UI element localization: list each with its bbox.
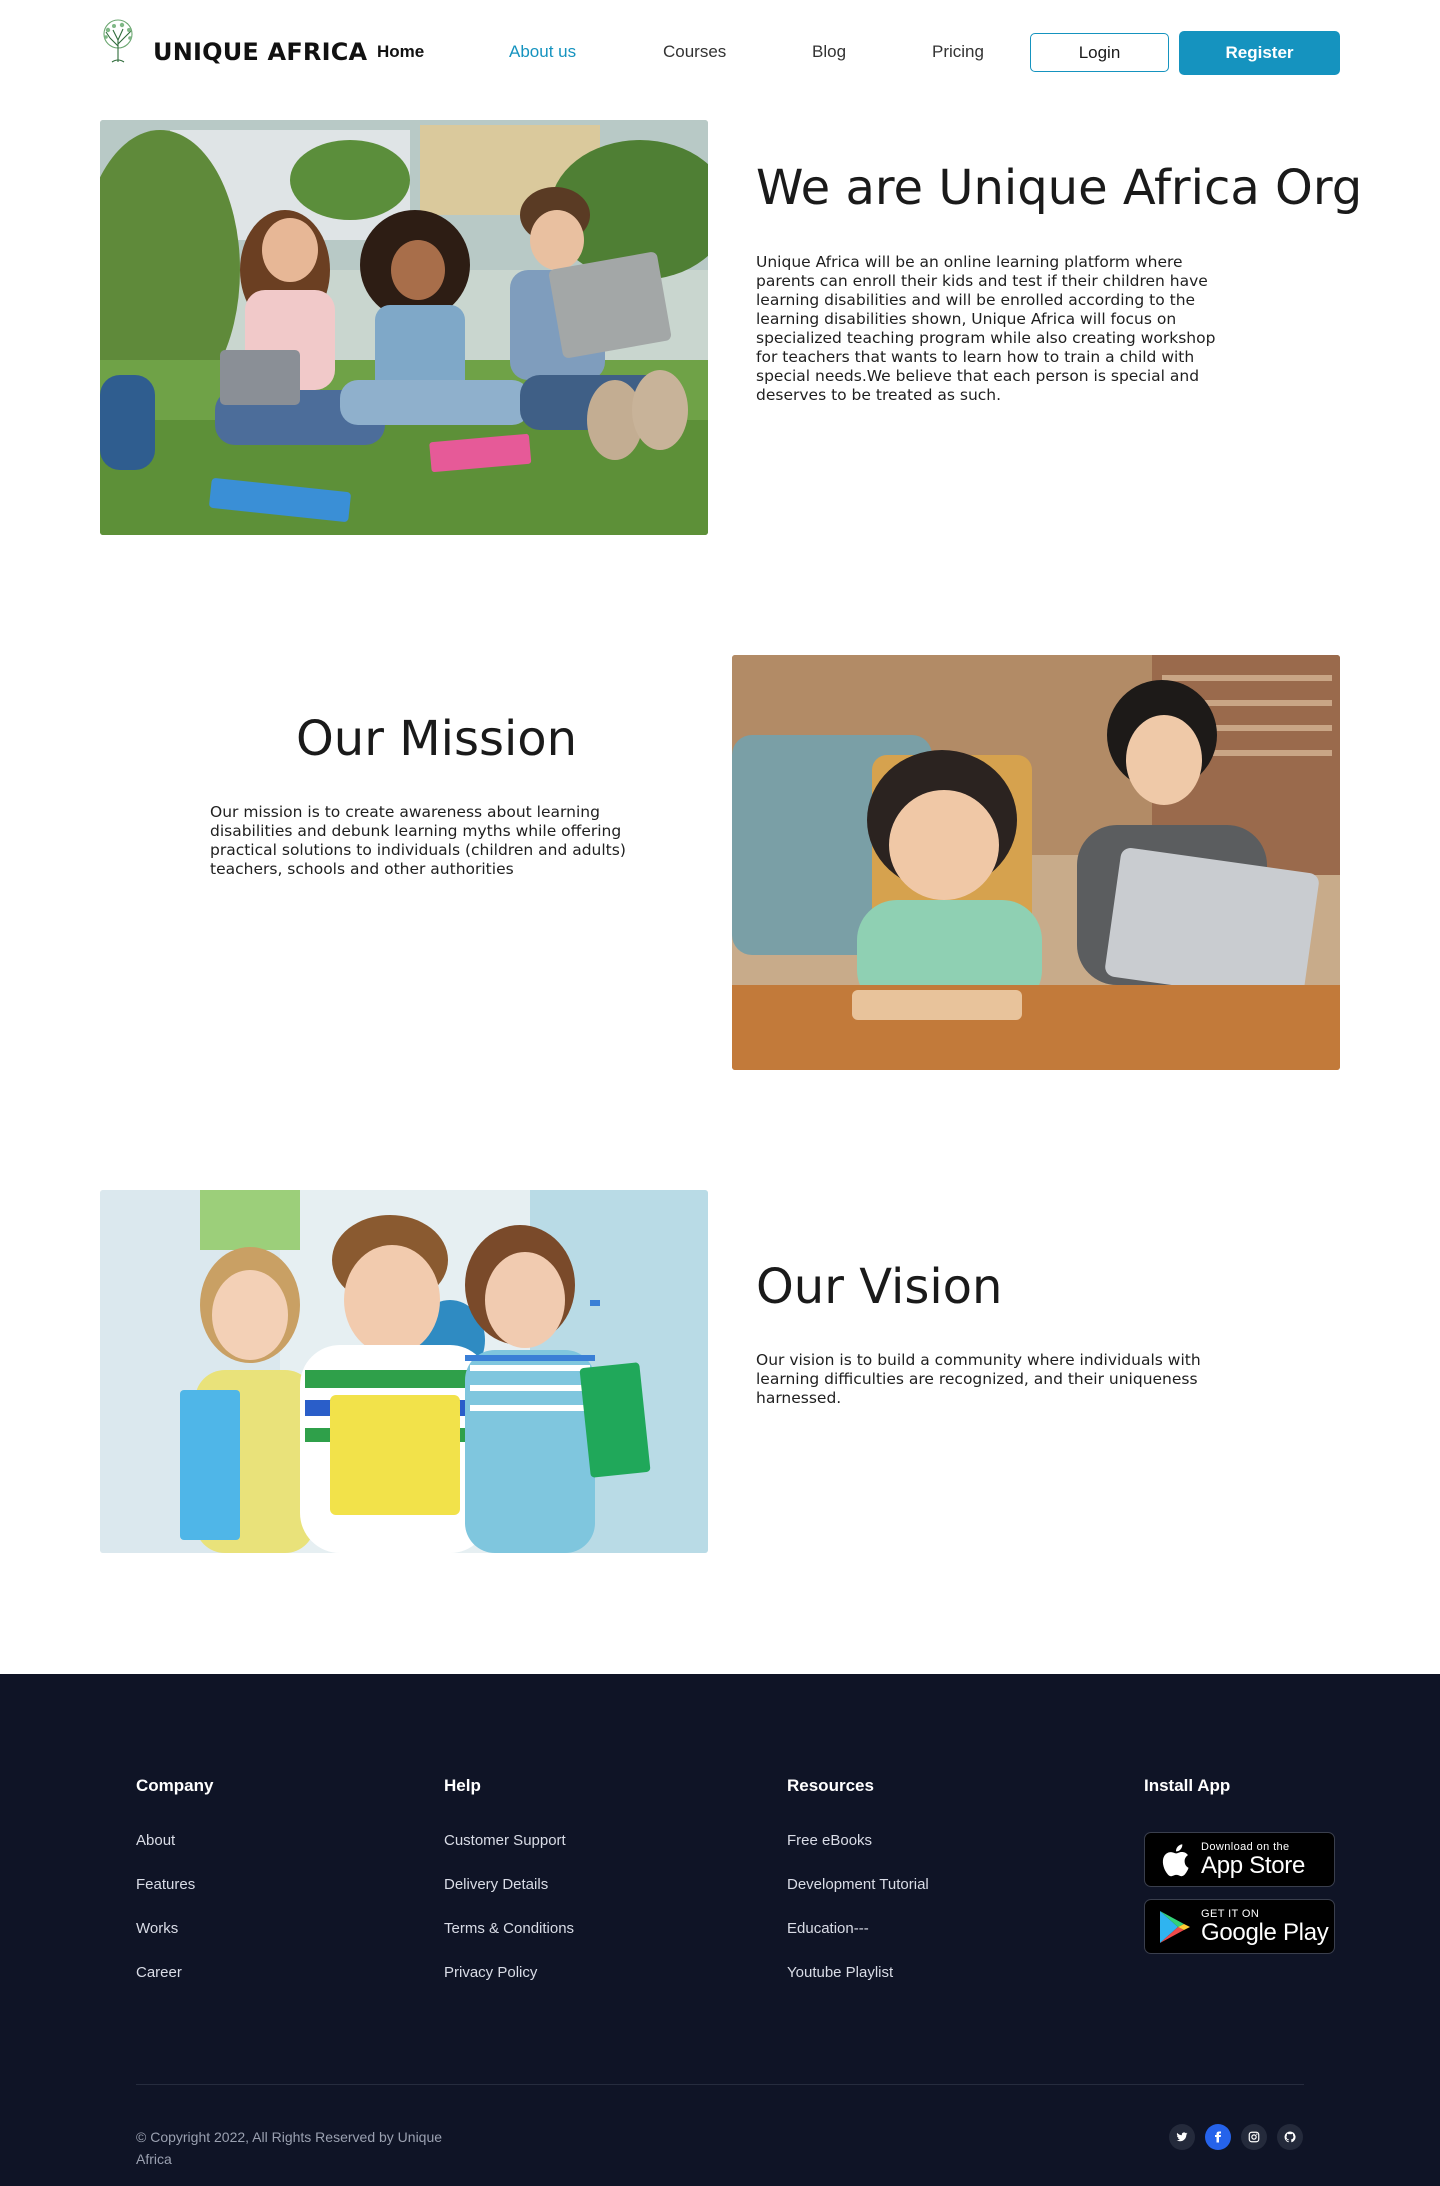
footer-link-delivery-details[interactable]: Delivery Details [444, 1876, 548, 1893]
footer-link-development-tutorial[interactable]: Development Tutorial [787, 1876, 929, 1893]
google-play-icon [1153, 1899, 1197, 1954]
footer-link-features[interactable]: Features [136, 1876, 195, 1893]
nav-link-courses[interactable]: Courses [663, 42, 726, 62]
footer-link-about[interactable]: About [136, 1832, 175, 1849]
footer-link-terms-conditions[interactable]: Terms & Conditions [444, 1920, 574, 1937]
nav-link-home[interactable]: Home [377, 42, 424, 62]
footer-heading-install-app: Install App [1144, 1776, 1231, 1795]
tree-logo-icon [103, 19, 133, 63]
mission-title: Our Mission [296, 711, 578, 767]
app-store-big-label: App Store [1201, 1851, 1306, 1879]
login-button[interactable]: Login [1030, 33, 1169, 72]
children-holding-books-photo [100, 1190, 708, 1553]
footer-heading-help: Help [444, 1776, 481, 1795]
footer-link-works[interactable]: Works [136, 1920, 178, 1937]
github-icon[interactable] [1277, 2124, 1303, 2150]
about-title: We are Unique Africa Org [756, 160, 1363, 216]
twitter-icon[interactable] [1169, 2124, 1195, 2150]
about-description: Unique Africa will be an online learning… [756, 253, 1216, 404]
footer-link-youtube-playlist[interactable]: Youtube Playlist [787, 1964, 893, 1981]
copyright-text: © Copyright 2022, All Rights Reserved by… [136, 2129, 443, 2167]
footer-link-customer-support[interactable]: Customer Support [444, 1832, 566, 1849]
instagram-icon[interactable] [1241, 2124, 1267, 2150]
brand-name: UNIQUE AFRICA [153, 38, 368, 66]
footer-link-education[interactable]: Education--- [787, 1920, 869, 1937]
boy-studying-with-mother-photo [732, 655, 1340, 1070]
top-navigation: UNIQUE AFRICA Home About us Courses Blog… [0, 0, 1440, 105]
register-button[interactable]: Register [1179, 31, 1340, 75]
app-store-badge[interactable]: Download on the App Store [1144, 1832, 1335, 1887]
facebook-icon[interactable] [1205, 2124, 1231, 2150]
mission-description: Our mission is to create awareness about… [210, 803, 626, 878]
footer-divider [136, 2084, 1304, 2085]
footer-link-privacy-policy[interactable]: Privacy Policy [444, 1964, 537, 1981]
nav-link-pricing[interactable]: Pricing [932, 42, 984, 62]
nav-link-about-us[interactable]: About us [509, 42, 576, 62]
children-on-grass-photo [100, 120, 708, 535]
footer-heading-company: Company [136, 1776, 214, 1795]
brand-logo[interactable]: UNIQUE AFRICA [98, 18, 367, 66]
nav-link-blog[interactable]: Blog [812, 42, 846, 62]
site-footer: Company About Features Works Career Help… [0, 1674, 1440, 2186]
footer-heading-resources: Resources [787, 1776, 874, 1795]
google-play-badge[interactable]: GET IT ON Google Play [1144, 1899, 1335, 1954]
vision-title: Our Vision [756, 1259, 1003, 1315]
apple-icon [1153, 1832, 1197, 1887]
vision-description: Our vision is to build a community where… [756, 1351, 1201, 1407]
footer-link-career[interactable]: Career [136, 1964, 182, 1981]
google-play-big-label: Google Play [1201, 1918, 1329, 1946]
footer-link-free-ebooks[interactable]: Free eBooks [787, 1832, 872, 1849]
google-play-small-label: GET IT ON [1201, 1907, 1260, 1920]
app-store-small-label: Download on the [1201, 1840, 1290, 1853]
